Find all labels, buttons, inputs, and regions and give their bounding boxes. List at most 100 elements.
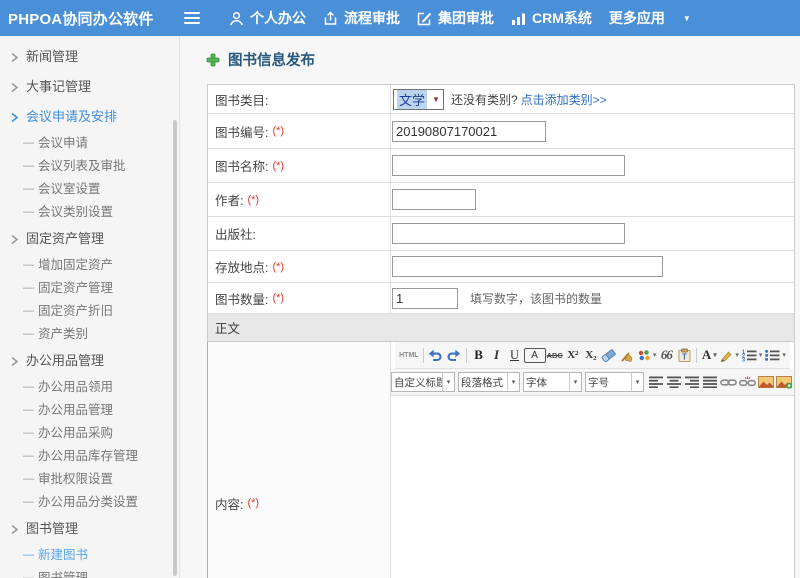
- font-size-select[interactable]: 字号▾: [585, 372, 644, 392]
- author-input[interactable]: [392, 189, 476, 210]
- color-palette-icon[interactable]: ▾: [636, 345, 658, 365]
- nav-crm-system[interactable]: CRM系统: [508, 8, 595, 28]
- sidebar-item[interactable]: —会议室设置: [0, 178, 180, 201]
- sidebar-item[interactable]: —会议申请: [0, 132, 180, 155]
- sidebar-item[interactable]: —新建图书: [0, 544, 180, 567]
- caret-down-icon: ▾: [631, 373, 643, 391]
- link-icon[interactable]: [719, 372, 738, 392]
- font-color-button[interactable]: A▾: [700, 345, 718, 365]
- form-row-location: 存放地点: (*): [208, 251, 794, 283]
- highlight-pen-icon[interactable]: ▾: [718, 345, 740, 365]
- bold-button[interactable]: B: [470, 345, 488, 365]
- image-icon[interactable]: [757, 372, 775, 392]
- location-input[interactable]: [392, 256, 663, 277]
- sidebar-group-2[interactable]: 会议申请及安排: [0, 102, 180, 132]
- form-row-book-no: 图书编号: (*): [208, 114, 794, 149]
- sidebar-item[interactable]: —办公用品采购: [0, 422, 180, 445]
- add-category-link[interactable]: 点击添加类别>>: [521, 91, 607, 108]
- dash-icon: —: [23, 376, 34, 399]
- strikethrough-button[interactable]: ABC: [546, 345, 564, 365]
- book-name-input[interactable]: [392, 155, 625, 176]
- subscript-button[interactable]: X₂: [582, 345, 600, 365]
- sidebar-item[interactable]: —办公用品分类设置: [0, 491, 180, 514]
- paste-text-icon[interactable]: T: [675, 345, 693, 365]
- custom-title-select[interactable]: 自定义标题▾: [391, 372, 455, 392]
- hamburger-menu-icon[interactable]: [184, 12, 200, 24]
- sidebar-item-label: 图书管理: [38, 571, 88, 578]
- sidebar-group-1[interactable]: 大事记管理: [0, 72, 180, 102]
- paragraph-format-select[interactable]: 段落格式▾: [458, 372, 520, 392]
- category-select[interactable]: 文学 ▼: [393, 89, 444, 110]
- publisher-input[interactable]: [392, 223, 625, 244]
- sidebar-group-label: 新闻管理: [26, 49, 78, 64]
- align-center-icon[interactable]: [665, 372, 683, 392]
- dash-icon: —: [23, 132, 34, 155]
- rich-text-editor: HTMLBIUAABCX²X₂▾66TA▾▾123▾▾ 自定义标题▾段落格式▾字…: [391, 342, 794, 578]
- unlink-icon[interactable]: [738, 372, 757, 392]
- nav-label: 更多应用: [609, 8, 665, 28]
- redo-icon[interactable]: [445, 345, 463, 365]
- book-no-label: 图书编号:: [215, 122, 268, 141]
- sidebar-item[interactable]: —会议类别设置: [0, 201, 180, 224]
- category-hint: 还没有类别?: [451, 91, 518, 108]
- nav-group-approval[interactable]: 集团审批: [414, 8, 497, 28]
- sidebar-group-3[interactable]: 固定资产管理: [0, 224, 180, 254]
- sidebar-item[interactable]: —固定资产管理: [0, 277, 180, 300]
- font-family-select[interactable]: 字体▾: [523, 372, 582, 392]
- main-content: 图书信息发布 图书类目: 文学 ▼ 还没有类别? 点击添加类别>> 图: [180, 36, 800, 578]
- sidebar-item[interactable]: —办公用品库存管理: [0, 445, 180, 468]
- app-window: PHPOA协同办公软件 个人办公流程审批集团审批CRM系统更多应用▼ 新闻管理大…: [0, 0, 800, 578]
- chevron-right-icon: [10, 224, 19, 254]
- undo-icon[interactable]: [427, 345, 445, 365]
- unordered-list-icon[interactable]: ▾: [763, 345, 787, 365]
- sidebar-group-label: 固定资产管理: [26, 231, 104, 246]
- sidebar-scrollbar[interactable]: [173, 120, 177, 576]
- required-mark: (*): [247, 194, 259, 206]
- location-label: 存放地点:: [215, 257, 268, 276]
- sidebar-item[interactable]: —资产类别: [0, 323, 180, 346]
- sidebar-item[interactable]: — 增加固定资产: [0, 254, 180, 277]
- align-left-icon[interactable]: [647, 372, 665, 392]
- sidebar-item-label: 固定资产折旧: [38, 304, 113, 318]
- sidebar-item[interactable]: —办公用品管理: [0, 399, 180, 422]
- superscript-button[interactable]: X²: [564, 345, 582, 365]
- sidebar-group-4[interactable]: 办公用品管理: [0, 346, 180, 376]
- sidebar-item-label: 增加固定资产: [38, 258, 113, 272]
- required-mark: (*): [247, 497, 259, 509]
- sidebar-item[interactable]: —固定资产折旧: [0, 300, 180, 323]
- underline-button[interactable]: U: [506, 345, 524, 365]
- align-justify-icon[interactable]: [701, 372, 719, 392]
- chevron-right-icon: [10, 42, 19, 72]
- sidebar-item-label: 新建图书: [38, 548, 88, 562]
- nav-personal-office[interactable]: 个人办公: [226, 8, 309, 28]
- book-no-input[interactable]: [392, 121, 546, 142]
- sidebar-item[interactable]: —审批权限设置: [0, 468, 180, 491]
- sidebar-group-0[interactable]: 新闻管理: [0, 42, 180, 72]
- dash-icon: —: [23, 201, 34, 224]
- sidebar-item[interactable]: —办公用品领用: [0, 376, 180, 399]
- sidebar-item[interactable]: —图书管理: [0, 567, 180, 578]
- nav-workflow-approval[interactable]: 流程审批: [320, 8, 403, 28]
- blockquote-button[interactable]: 66: [657, 345, 675, 365]
- html-source-button[interactable]: HTML: [398, 345, 419, 365]
- workflow-icon: [323, 11, 338, 26]
- select-caret-icon: ▼: [432, 95, 440, 104]
- ordered-list-icon[interactable]: 123▾: [740, 345, 764, 365]
- sidebar-item-label: 办公用品库存管理: [38, 449, 138, 463]
- clean-format-icon[interactable]: [618, 345, 636, 365]
- book-name-label: 图书名称:: [215, 156, 268, 175]
- dash-icon: —: [23, 468, 34, 491]
- dash-icon: —: [23, 254, 34, 277]
- font-border-button[interactable]: A: [524, 348, 546, 363]
- sidebar-item[interactable]: —会议列表及审批: [0, 155, 180, 178]
- image-add-icon[interactable]: [775, 372, 794, 392]
- sidebar-group-5[interactable]: 图书管理: [0, 514, 180, 544]
- quantity-input[interactable]: [392, 288, 458, 309]
- nav-more-apps[interactable]: 更多应用▼: [606, 8, 694, 28]
- italic-button[interactable]: I: [488, 345, 506, 365]
- eraser-icon[interactable]: [600, 345, 618, 365]
- align-right-icon[interactable]: [683, 372, 701, 392]
- caret-down-icon: ▾: [442, 373, 454, 391]
- svg-text:3: 3: [742, 357, 745, 361]
- category-select-value: 文学: [397, 90, 427, 109]
